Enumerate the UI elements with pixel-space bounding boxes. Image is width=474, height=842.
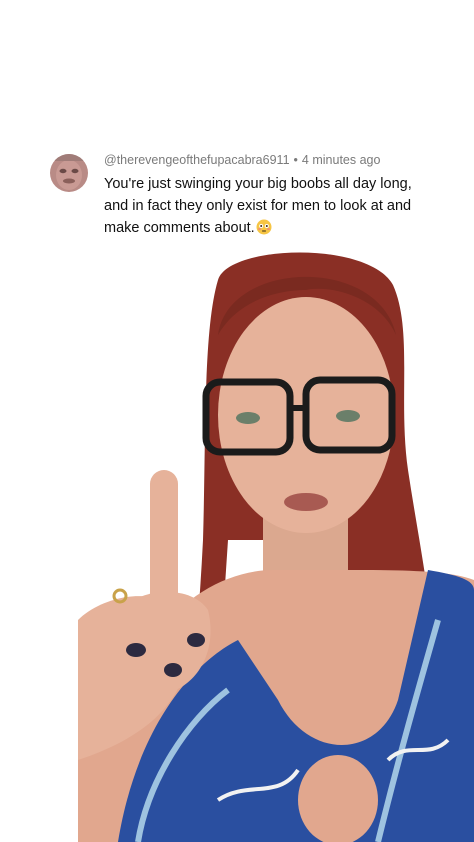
commenter-avatar[interactable] — [50, 154, 88, 192]
comment-card: @therevengeofthefupacabra6911 • 4 minutes … — [50, 152, 460, 239]
video-person-cutout — [78, 240, 474, 842]
comment-time: 4 minutes ago — [301, 153, 381, 167]
person-figure — [78, 252, 474, 842]
avatar-image — [50, 154, 88, 192]
comment-text-line-3: make comments about. — [104, 220, 255, 236]
comment-text-line-2: and in fact they only exist for men to l… — [104, 198, 412, 214]
comment-text: You're just swinging your big boobs all … — [104, 173, 460, 239]
comment-username[interactable]: @therevengeofthefupacabra6911 — [104, 153, 290, 167]
meta-separator: • — [293, 153, 298, 167]
comment-meta: @therevengeofthefupacabra6911 • 4 minutes … — [104, 152, 460, 169]
flushed-face-emoji-icon — [256, 219, 272, 235]
comment-text-line-1: You're just swinging your big boobs all … — [104, 176, 412, 192]
